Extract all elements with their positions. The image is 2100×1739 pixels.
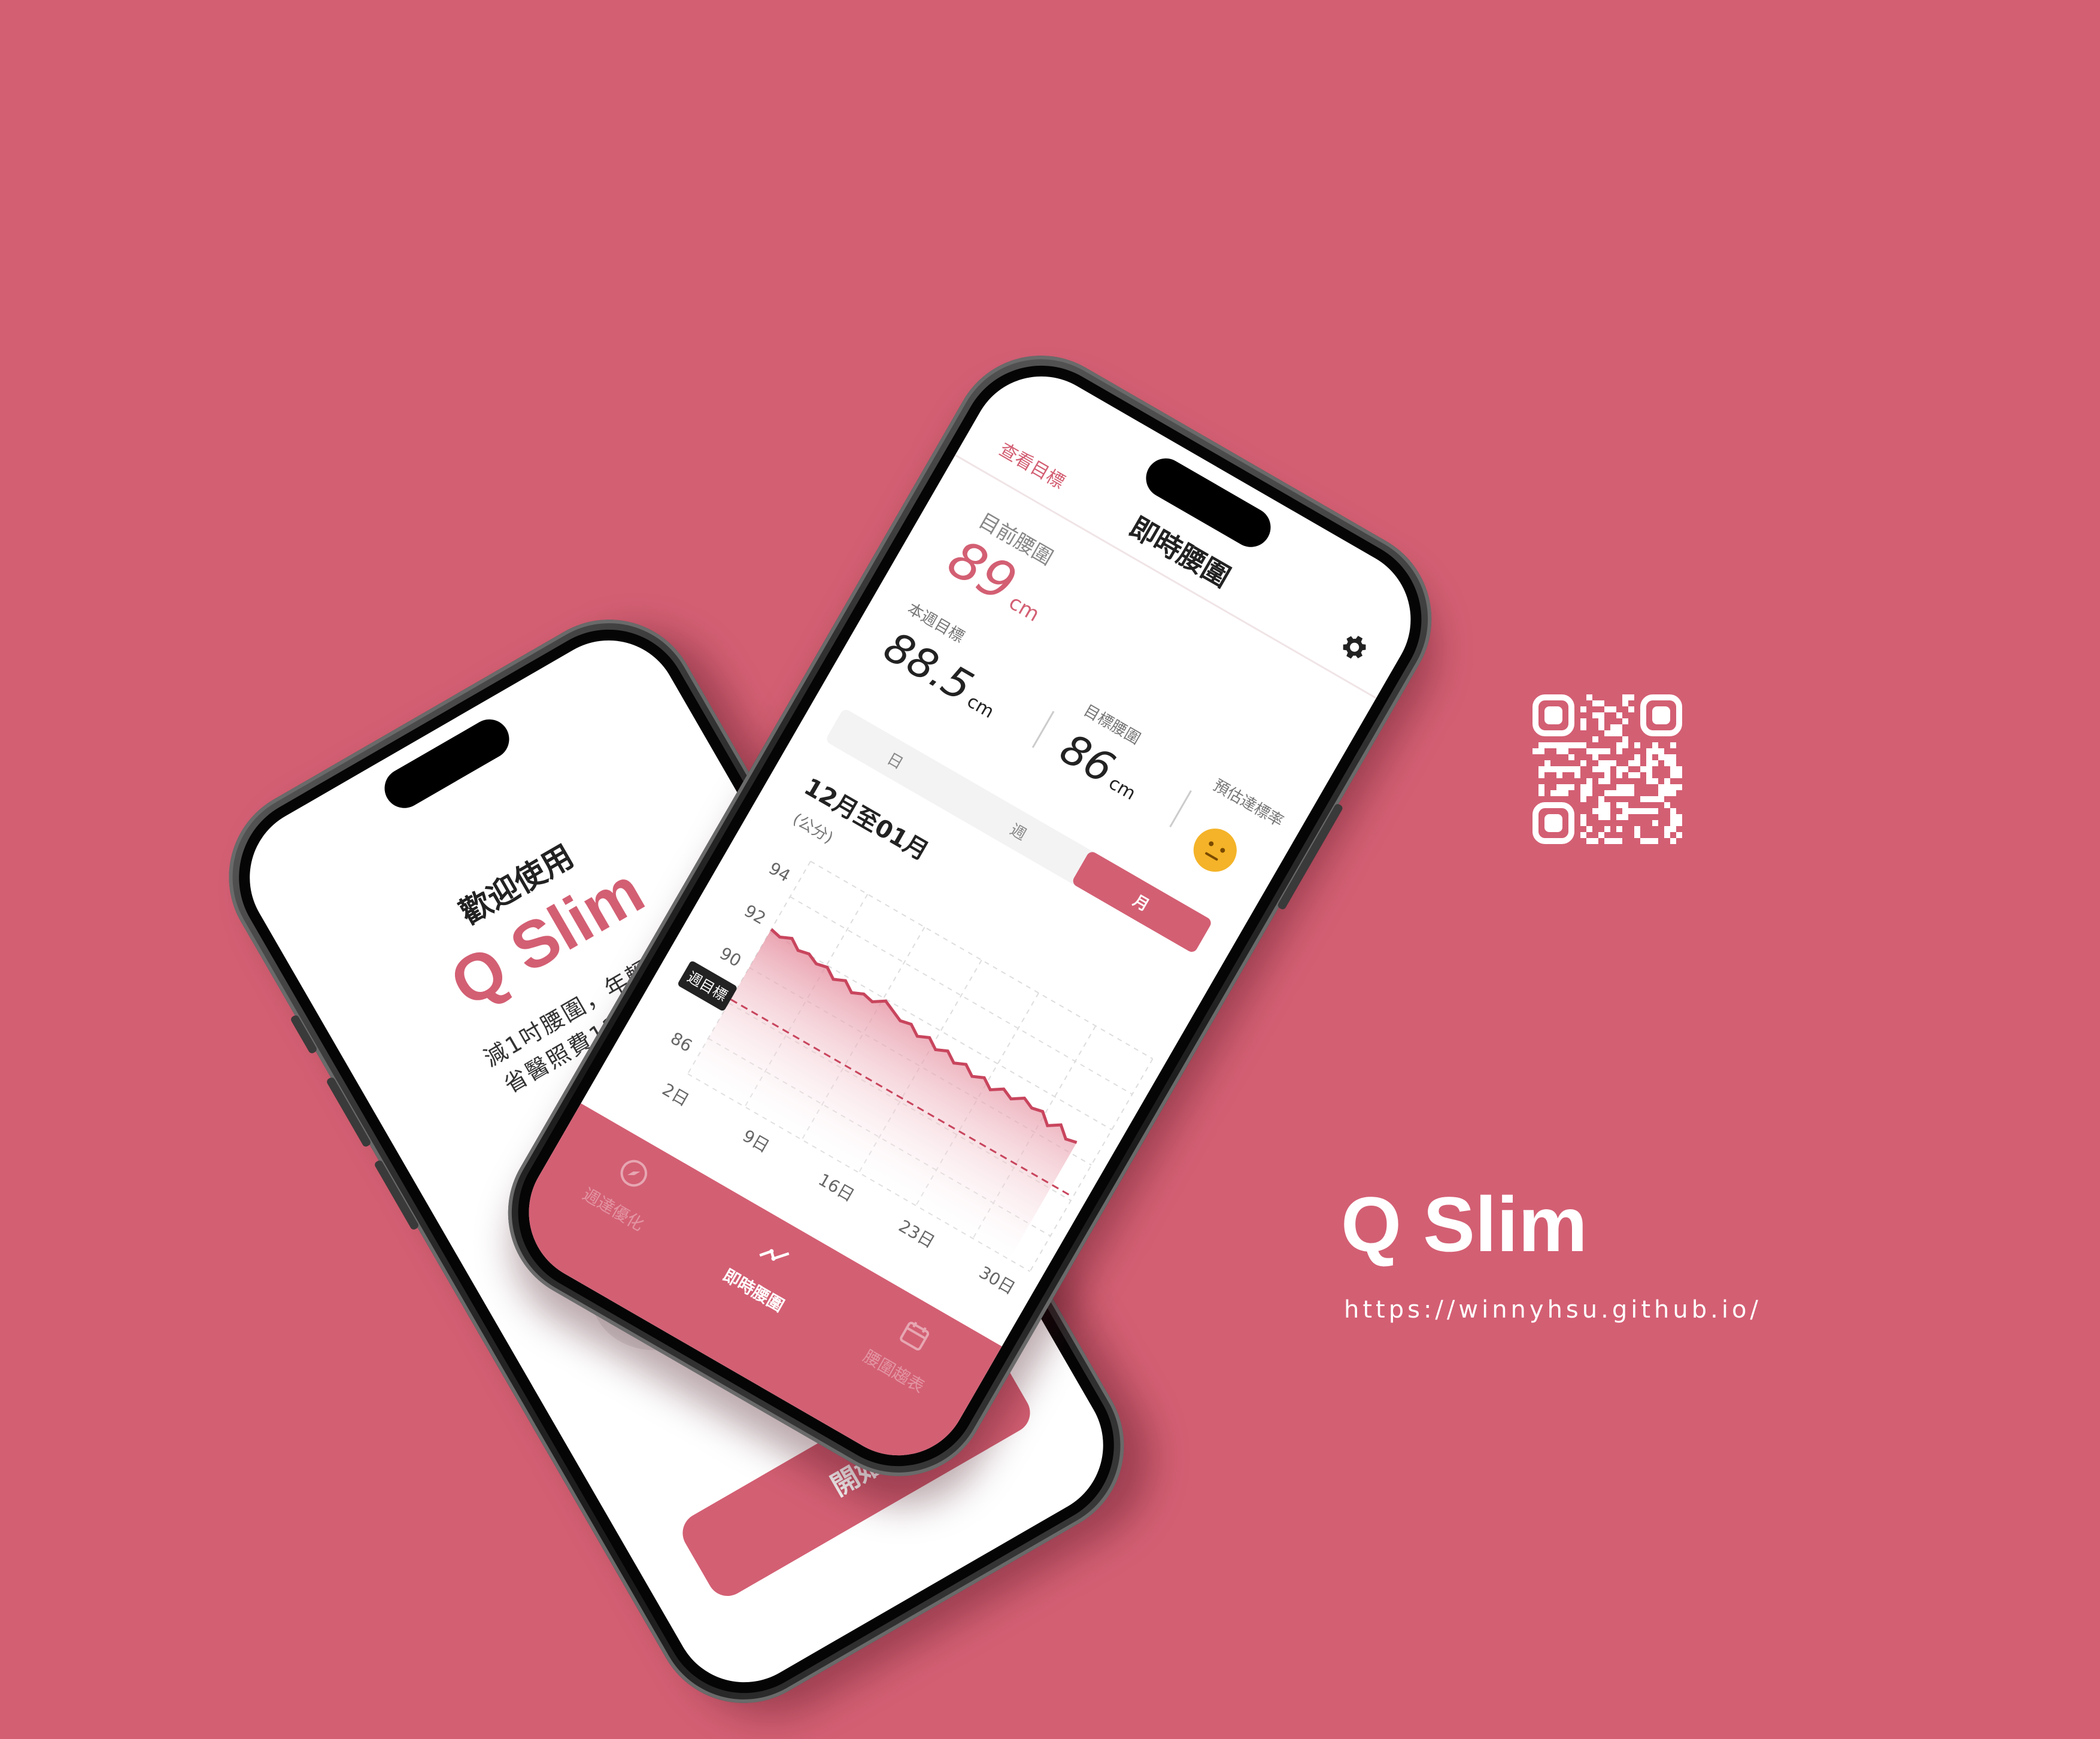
target-waist-unit: cm bbox=[1104, 772, 1139, 805]
x-tick-label: 2日 bbox=[659, 1079, 693, 1110]
x-tick-label: 16日 bbox=[815, 1170, 858, 1206]
estimated-rate-stat: 預估達標率 bbox=[1210, 773, 1288, 831]
portfolio-url[interactable]: https://winnyhsu.github.io/ bbox=[1344, 1296, 1762, 1324]
tab-week[interactable]: 週 bbox=[948, 779, 1090, 883]
estimated-rate-label: 預估達標率 bbox=[1210, 776, 1286, 831]
calendar-icon bbox=[899, 1321, 929, 1350]
stat-separator bbox=[1031, 711, 1055, 748]
tab-month[interactable]: 月 bbox=[1070, 849, 1213, 954]
neutral-face-icon bbox=[1185, 821, 1245, 880]
y-tick-label: 94 bbox=[766, 858, 794, 886]
current-waist-unit: cm bbox=[1005, 590, 1044, 627]
x-tick-label: 23日 bbox=[896, 1216, 939, 1252]
weekly-goal-unit: cm bbox=[963, 691, 998, 723]
nav-label: 週達優化 bbox=[579, 1184, 648, 1235]
qr-code-icon[interactable] bbox=[1532, 694, 1682, 844]
nav-label: 腰圍趨表 bbox=[860, 1346, 928, 1397]
trend-icon bbox=[759, 1249, 790, 1261]
stat-separator bbox=[1169, 790, 1192, 828]
y-tick-label: 86 bbox=[667, 1028, 696, 1056]
nav-label: 即時腰圍 bbox=[720, 1265, 788, 1316]
x-tick-label: 9日 bbox=[739, 1126, 773, 1157]
compass-icon bbox=[620, 1160, 648, 1187]
y-tick-label: 92 bbox=[741, 901, 769, 928]
x-tick-label: 30日 bbox=[976, 1262, 1019, 1298]
y-tick-label: 90 bbox=[717, 943, 745, 971]
target-waist-stat: 目標腰圍 86cm bbox=[1052, 699, 1165, 809]
brand-name: Q Slim bbox=[1341, 1180, 1588, 1268]
